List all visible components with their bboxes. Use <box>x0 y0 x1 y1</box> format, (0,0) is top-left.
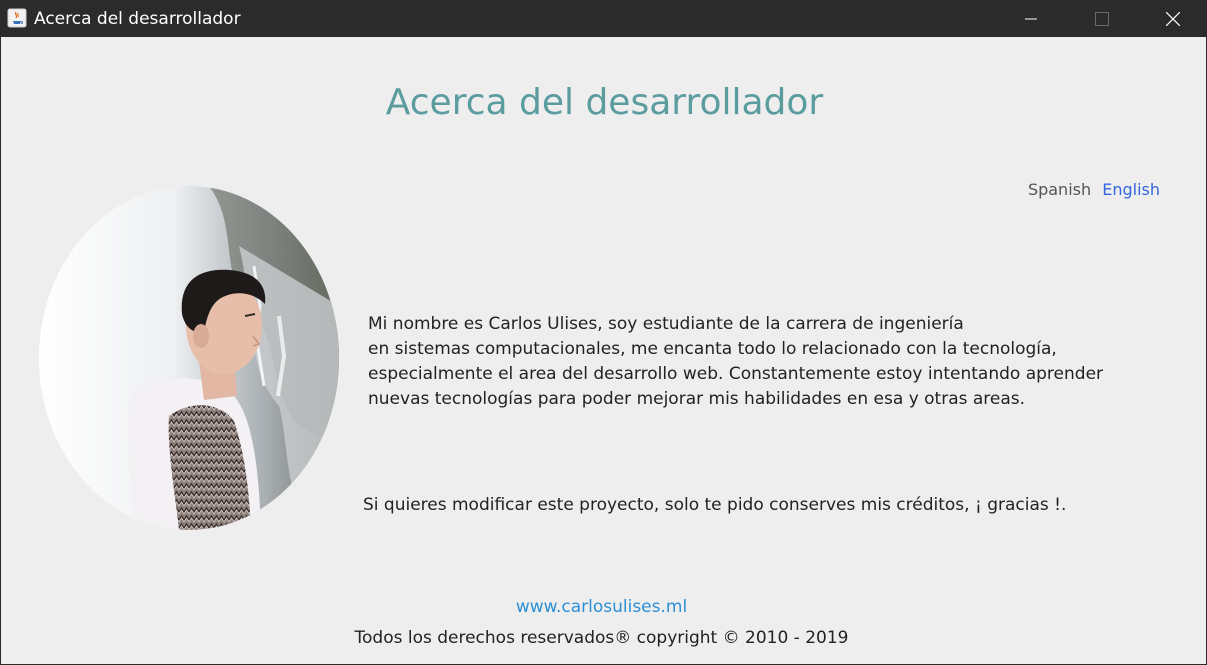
minimize-button[interactable] <box>996 0 1066 37</box>
copyright-text: Todos los derechos reservados® copyright… <box>354 628 849 648</box>
developer-photo <box>39 186 339 530</box>
credits-note: Si quieres modificar este proyecto, solo… <box>363 495 1067 515</box>
bio-line: nuevas tecnologías para poder mejorar mi… <box>368 389 1026 409</box>
window-title: Acerca del desarrollador <box>34 9 241 29</box>
bio-line: en sistemas computacionales, me encanta … <box>368 339 1057 359</box>
bio-line: Mi nombre es Carlos Ulises, soy estudian… <box>368 314 964 334</box>
close-icon <box>1166 11 1180 26</box>
page-title: Acerca del desarrollador <box>385 82 824 123</box>
maximize-icon <box>1095 11 1109 26</box>
language-selector: Spanish English <box>1028 180 1160 199</box>
website-link[interactable]: www.carlosulises.ml <box>1 597 1202 617</box>
bio-line: especialmente el area del desarrollo web… <box>368 364 1104 384</box>
language-english-link[interactable]: English <box>1102 180 1160 199</box>
developer-bio: Mi nombre es Carlos Ulises, soy estudian… <box>368 312 1188 412</box>
about-window: Acerca del desarrollador Acerca del desa… <box>0 0 1207 665</box>
close-button[interactable] <box>1138 0 1207 37</box>
title-bar[interactable]: Acerca del desarrollador <box>1 0 1207 37</box>
java-app-icon <box>7 8 27 28</box>
maximize-button[interactable] <box>1067 0 1137 37</box>
minimize-icon <box>1025 18 1037 19</box>
language-spanish[interactable]: Spanish <box>1028 180 1091 199</box>
